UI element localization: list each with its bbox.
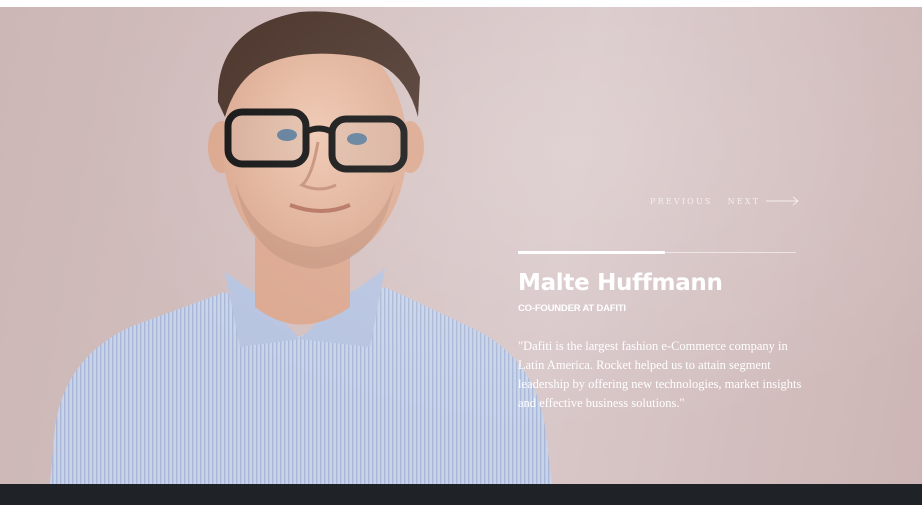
testimonial-hero: PREVIOUS NEXT Malte Huffmann CO-FOUNDER … (0, 7, 922, 484)
person-role: CO-FOUNDER AT DAFITI (518, 303, 626, 314)
next-button[interactable]: NEXT (728, 196, 801, 206)
person-name: Malte Huffmann (518, 270, 723, 296)
next-label: NEXT (727, 196, 761, 206)
arrow-right-icon (766, 196, 800, 206)
footer-bar (0, 484, 922, 505)
portrait-photo (50, 11, 552, 484)
slide-progress-indicator (518, 251, 666, 254)
previous-button[interactable]: PREVIOUS (650, 197, 713, 206)
top-strip (0, 0, 922, 7)
testimonial-quote: "Dafiti is the largest fashion e-Commerc… (518, 339, 802, 410)
slider-nav: PREVIOUS NEXT (650, 194, 800, 208)
